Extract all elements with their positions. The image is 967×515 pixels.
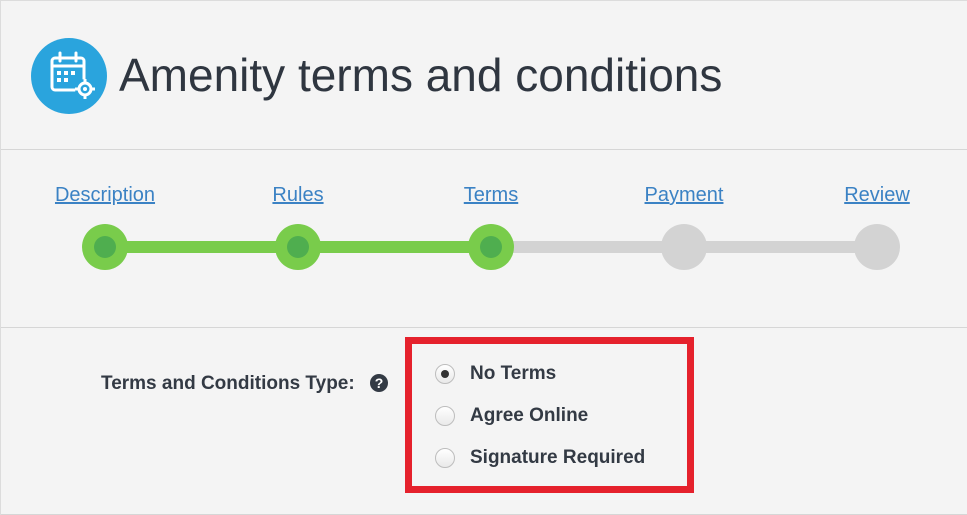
step-link-terms[interactable]: Terms: [464, 183, 518, 207]
step-marker-rules: [275, 224, 321, 270]
step-link-rules[interactable]: Rules: [272, 183, 323, 207]
progress-stepper: Description Rules Terms Payment Review: [1, 150, 967, 328]
radio-label-signature-required[interactable]: Signature Required: [470, 445, 645, 471]
radio-label-no-terms[interactable]: No Terms: [470, 361, 556, 387]
step-marker-description: [82, 224, 128, 270]
step-marker-payment: [661, 224, 707, 270]
radio-button-no-terms[interactable]: [435, 364, 455, 384]
radio-label-agree-online[interactable]: Agree Online: [470, 403, 588, 429]
terms-form: Terms and Conditions Type: ? No Terms Ag…: [1, 328, 967, 515]
step-link-payment[interactable]: Payment: [645, 183, 724, 207]
radio-button-signature-required[interactable]: [435, 448, 455, 468]
question-circle-icon[interactable]: ?: [370, 374, 388, 392]
radio-button-agree-online[interactable]: [435, 406, 455, 426]
step-marker-review: [854, 224, 900, 270]
step-marker-terms: [468, 224, 514, 270]
page-header: Amenity terms and conditions: [1, 1, 967, 150]
page-frame: Amenity terms and conditions Description…: [0, 0, 967, 515]
page-title: Amenity terms and conditions: [119, 49, 723, 101]
step-link-description[interactable]: Description: [55, 183, 155, 207]
calendar-gear-icon: [31, 38, 107, 114]
terms-type-label: Terms and Conditions Type:: [101, 373, 355, 394]
step-link-review[interactable]: Review: [844, 183, 910, 207]
